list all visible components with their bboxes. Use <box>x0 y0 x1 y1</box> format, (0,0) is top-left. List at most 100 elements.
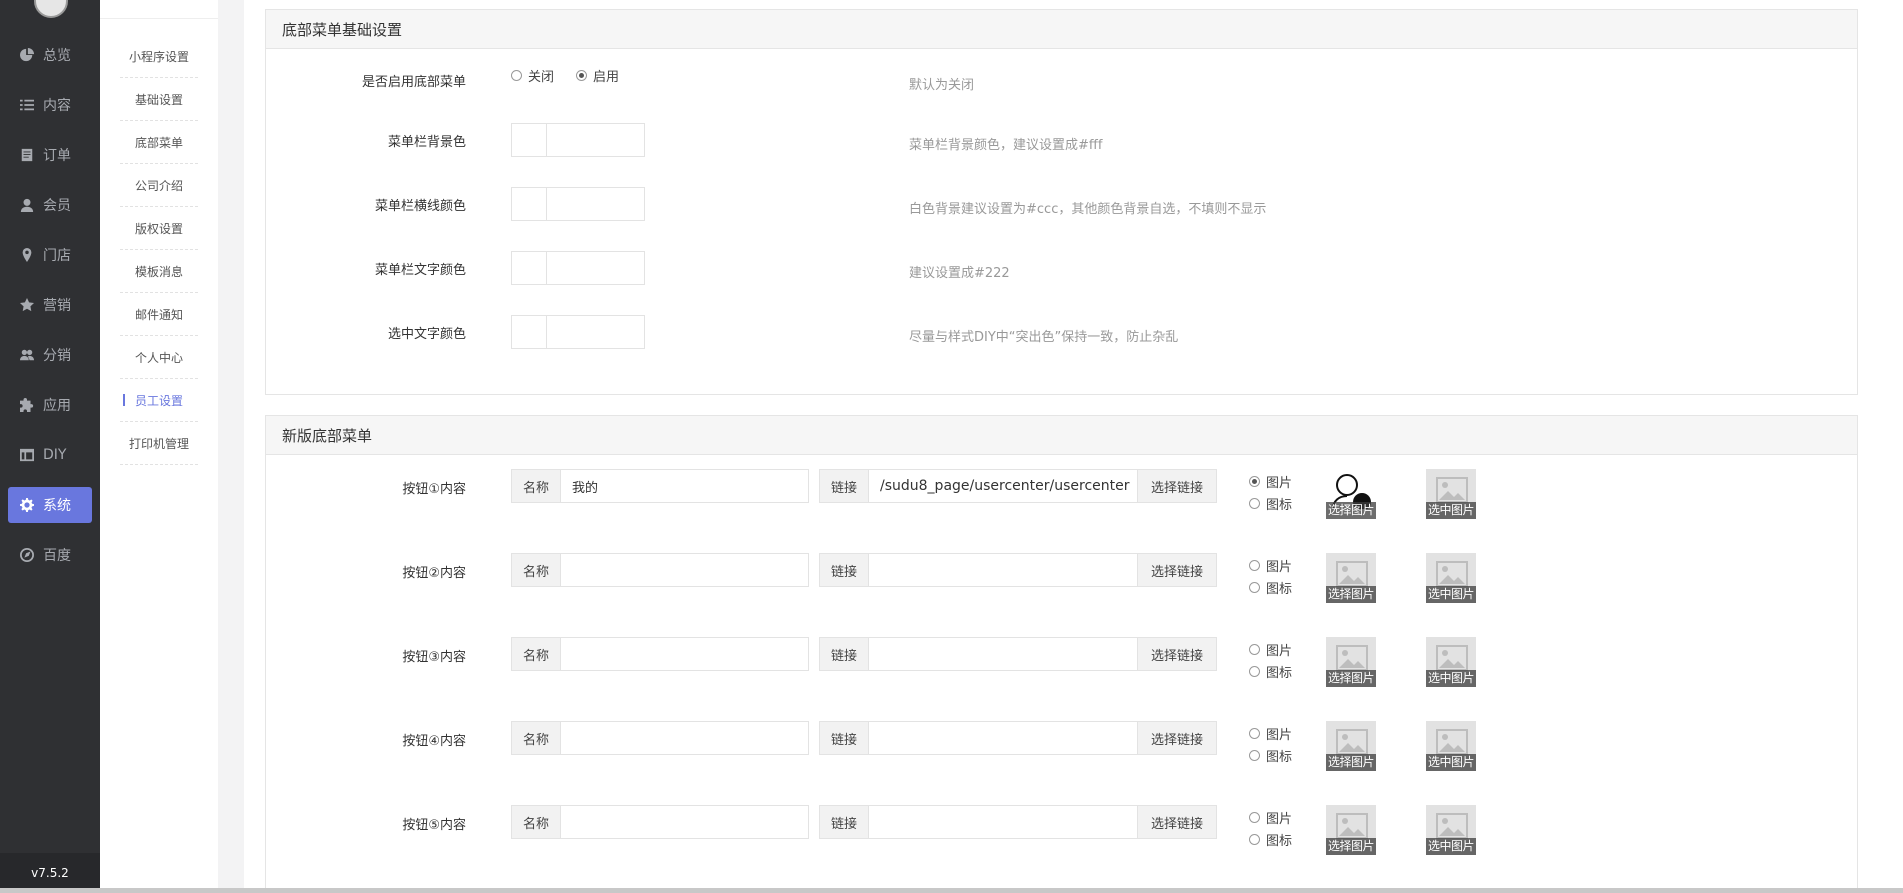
name-input[interactable] <box>560 553 809 587</box>
type-image-radio[interactable] <box>1249 475 1260 487</box>
selected-image-box[interactable]: 选中图片 <box>1426 469 1476 519</box>
enable-label: 是否启用底部菜单 <box>361 75 466 90</box>
radio-off[interactable] <box>511 70 522 81</box>
choose-image-box[interactable]: 选择图片 <box>1326 553 1376 603</box>
avatar[interactable] <box>34 0 68 18</box>
submenu-item-email[interactable]: 邮件通知 <box>120 293 198 336</box>
name-input[interactable] <box>560 721 809 755</box>
link-input[interactable] <box>868 553 1138 587</box>
type-icon-label: 图标 <box>1266 749 1293 765</box>
sidebar-item-system[interactable]: 系统 <box>8 487 92 523</box>
choose-image-box[interactable]: 选择图片 <box>1326 469 1376 519</box>
link-input[interactable] <box>868 721 1138 755</box>
type-icon-radio[interactable] <box>1249 833 1260 845</box>
selected-image-caption: 选中图片 <box>1426 502 1476 519</box>
choose-image-box[interactable]: 选择图片 <box>1326 805 1376 855</box>
submenu-item-staff[interactable]: 员工设置 <box>120 379 198 422</box>
submenu-item-miniprogram[interactable]: 小程序设置 <box>120 35 198 78</box>
sidebar-item-label: 总览 <box>43 48 71 64</box>
sidebar-item-orders[interactable]: 订单 <box>8 137 92 173</box>
gear-icon <box>20 498 34 512</box>
sidebar-item-overview[interactable]: 总览 <box>8 37 92 73</box>
button-row-label: 按钮⑤内容 <box>402 818 466 833</box>
selected-image-box[interactable]: 选中图片 <box>1426 553 1476 603</box>
horizontal-scrollbar[interactable] <box>0 888 1903 893</box>
type-image-radio[interactable] <box>1249 643 1260 655</box>
link-input[interactable] <box>868 637 1138 671</box>
type-icon-radio[interactable] <box>1249 749 1260 761</box>
radio-on[interactable] <box>576 70 588 81</box>
choose-link-button[interactable]: 选择链接 <box>1137 469 1217 503</box>
version-label: v7.5.2 <box>0 853 100 893</box>
sidebar-item-label: 应用 <box>43 398 71 414</box>
type-icon-radio[interactable] <box>1249 665 1260 677</box>
sidebar-item-label: 门店 <box>43 248 71 264</box>
submenu-item-basic[interactable]: 基础设置 <box>120 78 198 121</box>
book-icon <box>20 148 34 162</box>
users-icon <box>20 348 34 362</box>
choose-image-box[interactable]: 选择图片 <box>1326 637 1376 687</box>
name-input[interactable]: 我的 <box>560 469 809 503</box>
sidebar-item-baidu[interactable]: 百度 <box>8 537 92 573</box>
type-icon-radio[interactable] <box>1249 581 1260 593</box>
choose-link-button[interactable]: 选择链接 <box>1137 721 1217 755</box>
panel-title: 底部菜单基础设置 <box>266 10 1857 49</box>
radio-on-label: 启用 <box>593 70 620 85</box>
sidebar-item-distribution[interactable]: 分销 <box>8 337 92 373</box>
choose-image-box[interactable]: 选择图片 <box>1326 721 1376 771</box>
divider <box>100 18 218 19</box>
sidebar-item-content[interactable]: 内容 <box>8 87 92 123</box>
name-addon: 名称 <box>511 553 561 587</box>
type-image-label: 图片 <box>1266 727 1293 743</box>
selected-color-label: 选中文字颜色 <box>387 327 466 342</box>
selected-color-hint: 尽量与样式DIY中“突出色”保持一致，防止杂乱 <box>909 330 1179 345</box>
line-color-picker[interactable] <box>511 187 645 221</box>
type-image-radio[interactable] <box>1249 811 1260 823</box>
submenu-item-bottom-menu[interactable]: 底部菜单 <box>120 121 198 164</box>
bg-color-picker[interactable] <box>511 123 645 157</box>
color-swatch[interactable] <box>512 316 547 348</box>
bg-color-label: 菜单栏背景色 <box>387 135 466 150</box>
type-icon-radio[interactable] <box>1249 497 1260 509</box>
text-color-picker[interactable] <box>511 251 645 285</box>
link-addon: 链接 <box>819 553 869 587</box>
submenu-item-printer[interactable]: 打印机管理 <box>120 422 198 465</box>
name-addon: 名称 <box>511 721 561 755</box>
submenu-item-profile[interactable]: 个人中心 <box>120 336 198 379</box>
sidebar-item-apps[interactable]: 应用 <box>8 387 92 423</box>
sidebar-item-marketing[interactable]: 营销 <box>8 287 92 323</box>
line-color-hint: 白色背景建议设置为#ccc，其他颜色背景自选，不填则不显示 <box>909 202 1267 217</box>
sidebar-item-label: DIY <box>43 447 67 463</box>
color-swatch[interactable] <box>512 252 547 284</box>
type-image-label: 图片 <box>1266 643 1293 659</box>
name-input[interactable] <box>560 637 809 671</box>
link-input[interactable]: /sudu8_page/usercenter/usercenter <box>868 469 1138 503</box>
selected-image-box[interactable]: 选中图片 <box>1426 637 1476 687</box>
list-icon <box>20 98 34 112</box>
button-row-label: 按钮①内容 <box>402 482 466 497</box>
selected-color-picker[interactable] <box>511 315 645 349</box>
name-addon: 名称 <box>511 469 561 503</box>
submenu-item-template-msg[interactable]: 模板消息 <box>120 250 198 293</box>
compass-icon <box>20 548 34 562</box>
submenu-item-company[interactable]: 公司介绍 <box>120 164 198 207</box>
name-input[interactable] <box>560 805 809 839</box>
type-image-radio[interactable] <box>1249 559 1260 571</box>
link-input[interactable] <box>868 805 1138 839</box>
choose-link-button[interactable]: 选择链接 <box>1137 805 1217 839</box>
sidebar-item-label: 内容 <box>43 98 71 114</box>
sidebar-item-stores[interactable]: 门店 <box>8 237 92 273</box>
sidebar-item-members[interactable]: 会员 <box>8 187 92 223</box>
type-radio-group: 图片 图标 <box>1249 470 1292 514</box>
color-swatch[interactable] <box>512 188 547 220</box>
choose-link-button[interactable]: 选择链接 <box>1137 637 1217 671</box>
selected-image-box[interactable]: 选中图片 <box>1426 805 1476 855</box>
choose-link-button[interactable]: 选择链接 <box>1137 553 1217 587</box>
sidebar-item-diy[interactable]: DIY <box>8 437 92 473</box>
sidebar-item-label: 百度 <box>43 548 71 564</box>
user-icon <box>20 198 34 212</box>
submenu-item-copyright[interactable]: 版权设置 <box>120 207 198 250</box>
selected-image-box[interactable]: 选中图片 <box>1426 721 1476 771</box>
type-image-radio[interactable] <box>1249 727 1260 739</box>
color-swatch[interactable] <box>512 124 547 156</box>
